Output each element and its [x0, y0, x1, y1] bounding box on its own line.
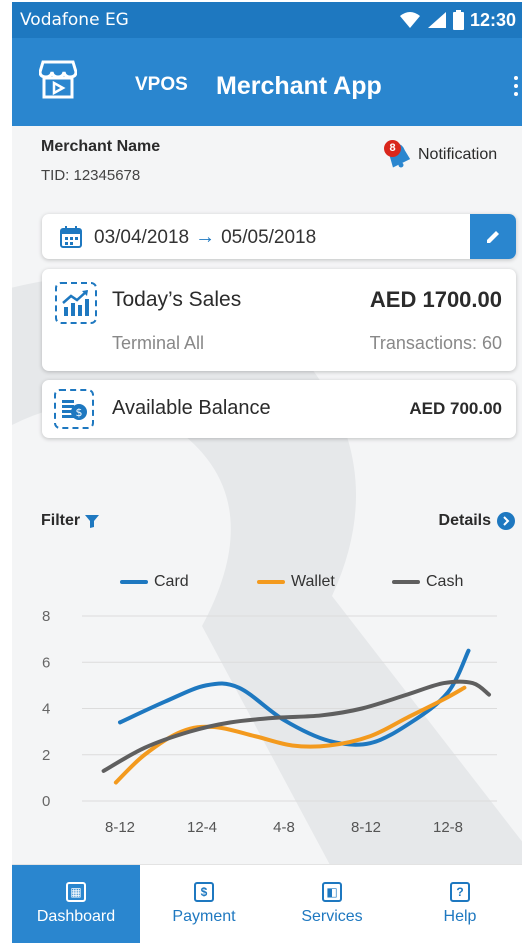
dashboard-content: Merchant Name TID: 12345678 8 Notificati… [12, 126, 522, 864]
notification-label: Notification [418, 146, 498, 163]
wifi-icon [399, 12, 420, 28]
carrier-label: Vodafone EG [20, 10, 129, 30]
dashboard-icon: ▦ [66, 882, 86, 902]
legend-card: Card [120, 573, 189, 591]
legend-swatch-cash [392, 580, 420, 584]
nav-item-label: Help [443, 908, 477, 925]
status-icons: 12:30 [399, 10, 516, 31]
brand-label: VPOS [135, 74, 188, 95]
payment-icon: $ [194, 882, 214, 902]
notification-button[interactable]: 8 Notification [384, 140, 498, 168]
nav-item-dashboard[interactable]: ▦ Dashboard [12, 865, 140, 943]
services-icon: ◧ [322, 882, 342, 902]
coins-icon: $ [54, 389, 94, 429]
help-icon: ? [450, 882, 470, 902]
date-to: 05/05/2018 [221, 226, 317, 248]
y-tick-label: 8 [42, 608, 50, 625]
signal-icon [427, 12, 446, 28]
nav-item-label: Dashboard [36, 908, 116, 925]
pencil-icon [487, 230, 499, 243]
nav-item-label: Payment [172, 908, 236, 925]
bottom-navigation: ▦ Dashboard $ Payment ◧ Services? Help [12, 864, 522, 943]
x-tick-label: 8-12 [351, 819, 381, 836]
balance-amount: AED 700.00 [409, 399, 502, 418]
edit-date-button[interactable] [470, 214, 516, 259]
details-label: Details [438, 512, 491, 529]
x-tick-label: 8-12 [105, 819, 135, 836]
nav-item-payment[interactable]: $ Payment [140, 865, 268, 943]
legend-swatch-card [120, 580, 148, 584]
arrow-right-icon: → [195, 226, 216, 248]
filter-button[interactable]: Filter [41, 512, 100, 530]
calendar-icon [60, 226, 82, 248]
svg-text:$: $ [76, 406, 83, 419]
bell-icon: 8 [384, 140, 411, 168]
terminal-id: TID: 12345678 [41, 167, 141, 184]
y-tick-label: 0 [42, 793, 50, 810]
sales-line-chart: 0 2 4 6 8 8-12 12-4 4-8 8-12 12-8 [42, 608, 497, 836]
merchant-name: Merchant Name [41, 138, 161, 155]
date-range-card[interactable]: 03/04/2018 → 05/05/2018 [42, 214, 516, 259]
todays-sales-card[interactable]: Today’s Sales Terminal All AED 1700.00 T… [42, 269, 516, 371]
status-bar: Vodafone EG 12:30 [12, 2, 522, 38]
legend-wallet: Wallet [257, 573, 335, 591]
nav-item-label: Services [301, 908, 363, 925]
balance-title: Available Balance [112, 397, 271, 419]
sales-title: Today’s Sales [112, 288, 242, 311]
transactions-count: Transactions: 60 [369, 333, 502, 353]
clock-label: 12:30 [469, 9, 516, 30]
sales-amount: AED 1700.00 [369, 287, 502, 312]
legend-label-cash: Cash [426, 573, 464, 590]
legend-swatch-wallet [257, 580, 285, 584]
store-logo-icon[interactable] [39, 59, 77, 99]
funnel-icon [85, 515, 100, 528]
y-tick-label: 2 [42, 747, 50, 764]
app-title: Merchant App [216, 72, 382, 100]
sales-chart-icon [55, 282, 97, 324]
y-tick-label: 4 [42, 701, 50, 718]
overflow-menu-icon[interactable] [512, 76, 520, 100]
x-tick-label: 12-4 [187, 819, 217, 836]
nav-item-help[interactable]: ? Help [396, 865, 522, 943]
available-balance-card[interactable]: $ Available Balance AED 700.00 [42, 380, 516, 438]
series-line-card [118, 648, 471, 747]
app-bar: VPOS Merchant App [12, 38, 522, 126]
terminal-label: Terminal All [112, 333, 205, 353]
y-tick-label: 6 [42, 654, 50, 671]
legend-label-wallet: Wallet [291, 573, 335, 590]
notification-badge: 8 [384, 140, 401, 157]
legend-cash: Cash [392, 573, 463, 591]
x-tick-label: 4-8 [273, 819, 295, 836]
chevron-right-circle-icon [497, 512, 515, 530]
legend-label-card: Card [154, 573, 189, 590]
date-from: 03/04/2018 [94, 226, 190, 248]
details-button[interactable]: Details [439, 512, 515, 530]
battery-icon [452, 10, 464, 30]
nav-item-services[interactable]: ◧ Services [268, 865, 396, 943]
filter-label: Filter [41, 512, 81, 529]
date-range: 03/04/2018 → 05/05/2018 [94, 226, 316, 249]
x-tick-label: 12-8 [433, 819, 463, 836]
